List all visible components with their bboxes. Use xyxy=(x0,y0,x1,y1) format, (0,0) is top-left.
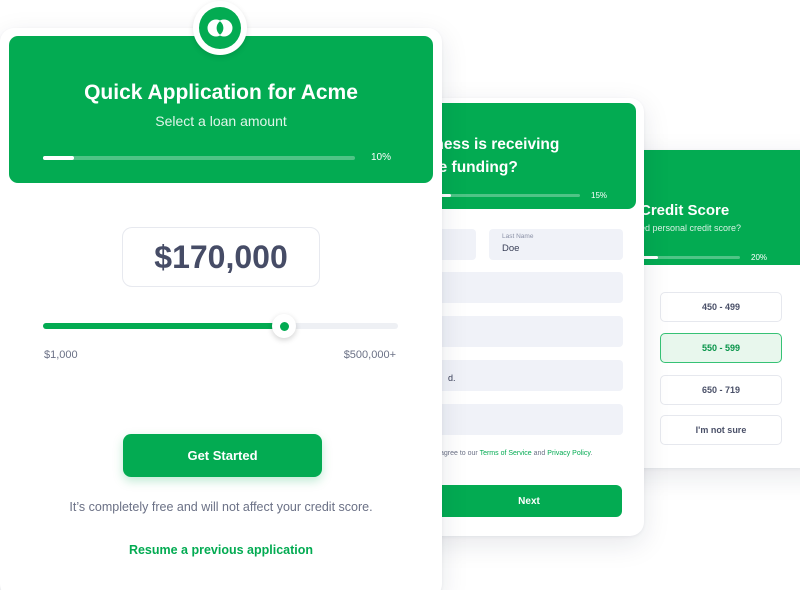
credit-score-title: Credit Score xyxy=(640,202,730,219)
loan-progress-track xyxy=(43,156,355,160)
loan-amount-slider-handle[interactable] xyxy=(272,314,297,338)
business-form-progress-track xyxy=(428,194,580,197)
last-name-field[interactable]: Last Name Doe xyxy=(489,229,623,260)
loan-progress-fill xyxy=(43,156,75,160)
loan-amount-slider-fill xyxy=(43,323,285,329)
free-disclaimer-text: It’s completely free and will not affect… xyxy=(69,500,373,514)
slider-min-label: $1,000 xyxy=(44,349,78,361)
score-option-450-499[interactable]: 450 - 499 xyxy=(660,292,782,322)
form-field-2[interactable] xyxy=(434,272,623,303)
loan-amount-card: Quick Application for Acme Select a loan… xyxy=(0,28,442,590)
business-form-header: usiness is receiving the funding? 15% xyxy=(420,103,636,209)
form-field-4-value: d. xyxy=(448,373,456,383)
loan-progress-label: 10% xyxy=(371,152,392,163)
stage: Credit Score ed personal credit score? 2… xyxy=(0,0,800,590)
overlapping-circles-logo-icon xyxy=(199,7,241,49)
resume-application-link[interactable]: Resume a previous application xyxy=(0,543,442,557)
credit-score-progress-label: 20% xyxy=(751,253,768,262)
terms-agreement-text: agree to our Terms of Service and Privac… xyxy=(440,450,592,457)
terms-of-service-link[interactable]: Terms of Service xyxy=(480,450,532,457)
last-name-value: Doe xyxy=(502,243,520,254)
score-option-550-599[interactable]: 550 - 599 xyxy=(660,333,782,363)
get-started-button[interactable]: Get Started xyxy=(123,434,322,477)
terms-suffix: . xyxy=(590,450,593,457)
loan-amount-header: Quick Application for Acme Select a loan… xyxy=(9,36,433,183)
score-option-not-sure[interactable]: I'm not sure xyxy=(660,415,782,445)
business-form-progress-label: 15% xyxy=(591,191,608,200)
terms-mid: and xyxy=(531,450,548,457)
business-form-card: usiness is receiving the funding? 15% La… xyxy=(420,98,644,536)
privacy-policy-link[interactable]: Privacy Policy xyxy=(547,450,590,457)
slider-max-label: $500,000+ xyxy=(343,349,396,361)
terms-prefix: agree to our xyxy=(440,450,480,457)
form-field-3[interactable] xyxy=(434,316,623,347)
credit-score-subtitle: ed personal credit score? xyxy=(640,223,742,233)
loan-amount-slider[interactable] xyxy=(43,314,398,338)
brand-logo xyxy=(193,1,247,55)
loan-amount-display: $170,000 xyxy=(122,227,320,287)
slider-handle-dot xyxy=(279,321,289,331)
next-button[interactable]: Next xyxy=(436,485,622,517)
credit-score-progress-track xyxy=(638,256,740,259)
page-title: Quick Application for Acme xyxy=(84,81,358,104)
form-field-5[interactable] xyxy=(434,404,623,435)
page-subtitle: Select a loan amount xyxy=(155,113,287,129)
score-option-650-719[interactable]: 650 - 719 xyxy=(660,375,782,405)
last-name-label: Last Name xyxy=(502,233,534,240)
form-field-4[interactable]: d. xyxy=(434,360,623,391)
